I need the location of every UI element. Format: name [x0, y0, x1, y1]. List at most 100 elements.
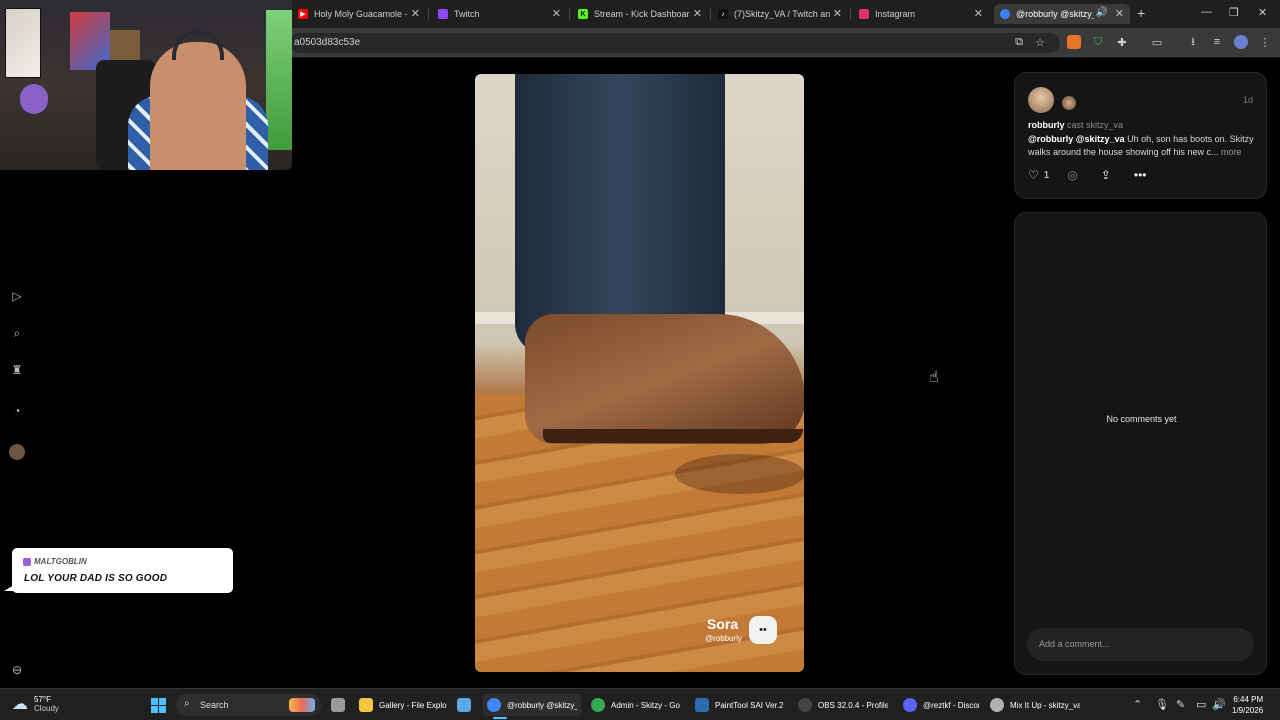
tab-youtube[interactable]: ▶ Holy Moly Guacamole - Yo ✕ [292, 4, 426, 24]
windows-taskbar: ☁ 57°F Cloudy ⌕ Search Gallery - File Ex… [0, 688, 1280, 720]
address-bar[interactable]: a0503d83c53e [290, 33, 1060, 53]
cast-icon[interactable]: ▭ [1150, 35, 1164, 49]
microphone-icon[interactable]: 🎙 [1155, 698, 1169, 711]
trophy-icon[interactable]: ♜ [9, 362, 25, 378]
sora-icon [1000, 9, 1010, 19]
caption-mentions[interactable]: @robburly @skitzy_va [1028, 134, 1125, 144]
menu-kebab-icon[interactable]: ⋮ [1258, 35, 1272, 49]
kick-icon: K [578, 9, 588, 19]
streamer-face [150, 42, 246, 170]
bookmark-star-icon[interactable]: ☆ [1033, 35, 1047, 49]
window-close-icon[interactable]: ✕ [1258, 6, 1267, 19]
new-tab-button[interactable]: + [1137, 5, 1145, 21]
close-icon[interactable]: ✕ [693, 7, 702, 20]
bell-icon[interactable]: ◔ [9, 403, 25, 419]
tiktok-icon: ♪ [718, 9, 728, 19]
taskbar-item-discord[interactable]: @reztkf - Discord [903, 694, 979, 716]
tab-kick[interactable]: K Stream - Kick Dashboard ✕ [572, 4, 708, 24]
post-card: 1d robburly cast skitzy_va @robburly @sk… [1014, 72, 1267, 199]
weather-desc: Cloudy [34, 704, 59, 713]
taskbar-item-painttool[interactable]: PaintTool SAI Ver.2 ( [695, 694, 785, 716]
shield-icon[interactable]: ⛉ [1091, 35, 1105, 49]
chat-message-popup: MALTGOBLIN LOL YOUR DAD IS SO GOOD [4, 548, 233, 593]
extension-icon[interactable] [1067, 35, 1081, 49]
active-indicator [493, 717, 507, 719]
share-button[interactable]: ⇪ [1101, 168, 1116, 182]
cast-avatar[interactable] [1062, 96, 1076, 110]
search-highlight-image [289, 698, 315, 712]
screen: ▶ Holy Moly Guacamole - Yo ✕ Twitch ✕ K … [0, 0, 1280, 720]
webcam-overlay [0, 0, 292, 170]
volume-icon[interactable]: 🔊 [1212, 698, 1226, 711]
download-icon[interactable]: ⭳ [1186, 35, 1200, 49]
heart-icon: ♡ [1028, 168, 1039, 182]
search-icon[interactable]: ⌕ [9, 325, 25, 341]
profile-avatar[interactable] [1234, 35, 1248, 49]
painttool-icon [695, 698, 709, 712]
taskbar-search[interactable]: ⌕ Search [176, 694, 321, 716]
hand-cursor-icon: ☝ [929, 369, 939, 386]
tab-tiktok[interactable]: ♪ (7)Skitzy_VA / Twitch and Y ✕ [712, 4, 848, 24]
taskbar-item-chrome-admin[interactable]: Admin - Skitzy - Go [591, 694, 680, 716]
comments-panel: No comments yet Add a comment... [1014, 212, 1267, 675]
weather-temp: 57°F [34, 695, 51, 704]
taskbar-item-mixitup[interactable]: Mix It Up - skitzy_va [990, 694, 1080, 716]
chat-message-text: LOL YOUR DAD IS SO GOOD [24, 573, 168, 584]
green-figure [266, 10, 292, 150]
maximize-icon[interactable]: ❐ [1229, 6, 1239, 19]
windows-start-icon[interactable] [151, 698, 166, 713]
boot-shadow [675, 454, 804, 494]
comment-input[interactable]: Add a comment... [1027, 628, 1254, 661]
close-icon[interactable]: ✕ [552, 7, 561, 20]
sora-ghost-icon: •• [749, 616, 777, 644]
instagram-icon [859, 9, 869, 19]
taskbar-item-file-explorer[interactable]: Gallery - File Explo [359, 694, 447, 716]
media-control-icon[interactable]: ≡ [1210, 35, 1224, 49]
tab-divider [850, 8, 851, 20]
post-author-line: robburly cast skitzy_va [1028, 120, 1123, 130]
remix-icon: ◎ [1067, 168, 1078, 182]
remix-button[interactable]: ◎ [1067, 168, 1082, 182]
system-clock[interactable]: 6:44 PM 1/9/2026 [1232, 694, 1263, 716]
video-player[interactable]: Sora @robburly •• [475, 74, 804, 672]
mixitup-icon [990, 698, 1004, 712]
taskbar-item-chrome-active[interactable]: @robburly @skitzy_ [483, 694, 581, 719]
pen-icon[interactable]: ✎ [1176, 698, 1185, 711]
youtube-icon: ▶ [298, 9, 308, 19]
close-icon[interactable]: ✕ [1115, 7, 1124, 20]
profile-avatar-icon[interactable] [9, 444, 25, 460]
taskbar-task-view[interactable] [331, 694, 351, 716]
like-button[interactable]: ♡ 1 [1028, 168, 1049, 182]
author-name[interactable]: robburly [1028, 120, 1065, 130]
more-button[interactable]: ••• [1134, 168, 1152, 182]
tab-divider [569, 8, 570, 20]
tab-twitch[interactable]: Twitch ✕ [432, 4, 567, 24]
twitch-icon [438, 9, 448, 19]
tab-sora-active[interactable]: @robburly @skitzy_va 🔊 ✕ [994, 4, 1130, 24]
close-icon[interactable]: ✕ [974, 7, 983, 20]
tab-instagram[interactable]: Instagram ✕ [853, 4, 989, 24]
network-icon[interactable]: ▭ [1196, 698, 1206, 711]
taskbar-item-obs[interactable]: OBS 32.0.4 - Profile: [798, 694, 888, 716]
extensions-puzzle-icon[interactable]: ✚ [1115, 35, 1129, 49]
author-avatar[interactable] [1028, 87, 1054, 113]
minimize-icon[interactable]: — [1201, 6, 1212, 18]
home-play-icon[interactable]: ▷ [9, 288, 25, 304]
install-app-icon[interactable]: ⧉ [1012, 35, 1026, 49]
taskbar-item-photos[interactable] [457, 694, 477, 716]
tab-divider [428, 8, 429, 20]
no-comments-text: No comments yet [1106, 414, 1177, 424]
close-icon[interactable]: ✕ [833, 7, 842, 20]
close-icon[interactable]: ✕ [411, 7, 420, 20]
more-options-icon[interactable]: ⊖ [9, 662, 25, 678]
jeans-leg [515, 74, 725, 354]
task-view-icon [331, 698, 345, 712]
speaker-icon[interactable]: 🔊 [1096, 7, 1108, 18]
tray-overflow-icon[interactable]: ⌃ [1133, 698, 1142, 711]
comment-placeholder: Add a comment... [1039, 639, 1110, 649]
boot-sole [543, 429, 803, 443]
wall-poster [5, 8, 41, 78]
weather-widget[interactable]: ☁ 57°F Cloudy [12, 694, 59, 714]
obs-icon [798, 698, 812, 712]
more-link[interactable]: more [1221, 147, 1242, 157]
